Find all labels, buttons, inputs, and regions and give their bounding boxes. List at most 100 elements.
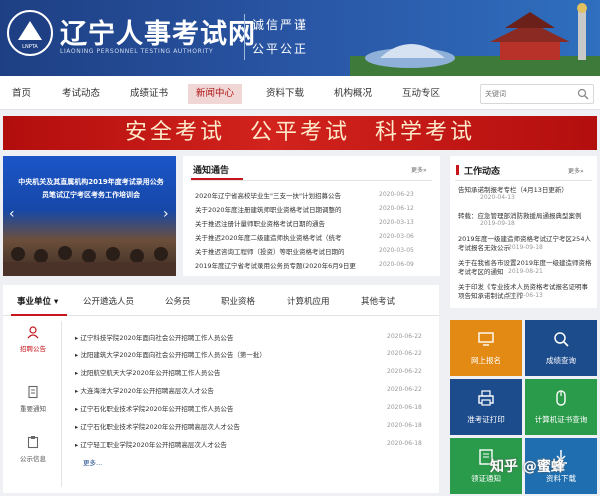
notice-item[interactable]: 2019年度辽宁省考试录用公务员专题(2020年6月9日更 (195, 260, 371, 270)
slider-prev-icon[interactable]: ‹ (9, 206, 15, 222)
work-date: 2019-08-21 (508, 268, 543, 275)
nav-item-home[interactable]: 首页 (4, 84, 39, 104)
search-input[interactable] (481, 85, 571, 103)
search-icon[interactable] (577, 88, 589, 100)
job-list-item[interactable]: ▸ 辽宁石化职业技术学院2020年公开招聘工作人员公告 (75, 403, 375, 413)
service-label: 准考证打印 (467, 415, 505, 424)
notice-item[interactable]: 关于2020年度注册建筑师职业资格考试日期调整的 (195, 204, 371, 214)
category-label: 公示信息 (20, 455, 46, 463)
job-title: 沈阳建筑大学2020年面向社会公开招聘工作人员公告（第一批） (80, 351, 266, 359)
service-computer-certificate-query[interactable]: 计算机证书查询 (525, 379, 597, 435)
tab-open-selection[interactable]: 公开遴选人员 (83, 295, 134, 307)
notice-item[interactable]: 2020年辽宁省高校毕业生"三支一扶"计划招募公告 (195, 190, 371, 200)
work-item[interactable]: 转载：应急管理部消防救援局通报典型案例 (458, 210, 593, 220)
notice-date: 2020-06-23 (379, 191, 414, 198)
work-item[interactable]: 告知承诺制报考专栏（4月13日更新） (458, 184, 593, 194)
slider-next-icon[interactable]: › (163, 206, 169, 222)
active-tab-underline (11, 314, 67, 316)
job-title: 沈阳航空航天大学2020年公开招聘工作人员公告 (80, 369, 221, 377)
work-more-link[interactable]: 更多» (568, 166, 584, 175)
job-title: 大连海洋大学2020年公开招聘高层次人才公告 (80, 387, 214, 395)
notice-item[interactable]: 关于推迟咨询工程师（投资）等职业资格考试日期的 (195, 246, 371, 256)
slogan-banner: 安全考试 公平考试 科学考试 (3, 116, 597, 150)
notice-date: 2020-06-12 (379, 205, 414, 212)
job-list-item[interactable]: ▸ 辽宁科技学院2020年面向社会公开招聘工作人员公告 (75, 332, 375, 342)
landmark-scene-image (350, 3, 600, 76)
audience-image (3, 246, 176, 276)
watermark-text: 知乎 @蜜蜂 (490, 459, 565, 475)
job-date: 2020-06-18 (387, 440, 422, 447)
job-date: 2020-06-18 (387, 404, 422, 411)
tabs-divider (3, 315, 439, 316)
job-title: 辽宁石化职业技术学院2020年公开招聘高层次人才公告 (80, 423, 240, 431)
notice-date: 2020-03-13 (379, 219, 414, 226)
job-list-item[interactable]: ▸ 大连海洋大学2020年公开招聘高层次人才公告 (75, 385, 375, 395)
job-date: 2020-06-22 (387, 386, 422, 393)
site-title: 辽宁人事考试网 (60, 19, 256, 50)
category-recruitment[interactable]: 招聘公告 (15, 325, 51, 353)
nav-item-exam-news[interactable]: 考试动态 (54, 84, 108, 104)
notice-date: 2020-06-09 (379, 261, 414, 268)
job-date: 2020-06-22 (387, 368, 422, 375)
motto-line-2: 公平公正 (252, 42, 309, 56)
category-label: 招聘公告 (20, 345, 46, 353)
work-date: 2019-09-18 (480, 220, 515, 227)
search-box (480, 84, 594, 104)
nav-item-news-center[interactable]: 新闻中心 (188, 84, 243, 104)
notice-item[interactable]: 关于推迟注册计量师职业资格考试日期的通告 (195, 218, 371, 228)
nav-item-about[interactable]: 机构概况 (326, 84, 380, 104)
site-header: LNPTA 辽宁人事考试网 LIAONING PERSONNEL TESTING… (0, 0, 600, 76)
category-label: 重要通知 (20, 405, 46, 413)
work-divider (455, 180, 592, 181)
motto-line-1: 诚信严谨 (252, 18, 309, 32)
job-list-item[interactable]: ▸ 沈阳航空航天大学2020年公开招聘工作人员公告 (75, 367, 375, 377)
document-icon (28, 385, 38, 399)
logo-triangle-icon (18, 21, 42, 40)
work-date: 2019-09-18 (508, 244, 543, 251)
service-score-query[interactable]: 成绩查询 (525, 320, 597, 376)
logo-abbr: LNPTA (22, 44, 38, 50)
notice-panel: 通知通告 更多» 2020年辽宁省高校毕业生"三支一扶"计划招募公告 2020-… (183, 156, 440, 276)
job-date: 2020-06-22 (387, 333, 422, 340)
clipboard-icon (27, 436, 39, 449)
notice-divider (191, 180, 432, 181)
printer-icon (478, 390, 494, 406)
tab-other-exams[interactable]: 其他考试 (361, 295, 395, 307)
notice-title: 通知通告 (193, 166, 230, 176)
header-divider (244, 14, 245, 60)
service-label: 计算机证书查询 (534, 415, 588, 424)
site-subtitle: LIAONING PERSONNEL TESTING AUTHORITY (60, 48, 214, 55)
work-panel: 工作动态 更多» 告知承诺制报考专栏（4月13日更新） 2020-04-13 转… (450, 156, 597, 308)
service-online-registration[interactable]: 网上报名 (450, 320, 522, 376)
work-date: 2020-04-13 (480, 194, 515, 201)
nav-item-downloads[interactable]: 资料下载 (258, 84, 312, 104)
nav-item-interactive[interactable]: 互动专区 (394, 84, 448, 104)
category-public-info[interactable]: 公示信息 (15, 435, 51, 463)
job-list-item[interactable]: ▸ 沈阳建筑大学2020年面向社会公开招聘工作人员公告（第一批） (75, 349, 375, 359)
job-list-more-link[interactable]: 更多... (83, 457, 102, 467)
site-logo[interactable]: LNPTA (7, 10, 53, 56)
nav-item-scores[interactable]: 成绩证书 (122, 84, 176, 104)
tab-professional-qualification[interactable]: 职业资格 (221, 295, 255, 307)
exam-category-panel: 事业单位 ▾ 公开遴选人员 公务员 职业资格 计算机应用 其他考试 招聘公告 重… (3, 285, 439, 493)
job-list-item[interactable]: ▸ 辽宁轻工职业学院2020年公开招聘高层次人才公告 (75, 439, 375, 449)
tab-civil-servants[interactable]: 公务员 (165, 295, 191, 307)
service-admission-ticket-print[interactable]: 准考证打印 (450, 379, 522, 435)
recruitment-icon (27, 326, 39, 339)
service-label: 网上报名 (471, 356, 501, 365)
work-date: 2019-06-13 (508, 292, 543, 299)
news-slider[interactable]: 中央机关及其直属机构2019年度考试录用公务员笔试辽宁考区考务工作培训会 ‹ › (3, 156, 176, 276)
notice-date: 2020-03-06 (379, 233, 414, 240)
service-label: 成绩查询 (546, 356, 576, 365)
tab-public-institutions[interactable]: 事业单位 ▾ (17, 295, 58, 307)
notice-more-link[interactable]: 更多» (411, 165, 427, 174)
search-icon (554, 332, 569, 347)
category-important-notice[interactable]: 重要通知 (15, 385, 51, 413)
work-title: 工作动态 (464, 167, 501, 177)
work-title-marker (456, 165, 459, 175)
job-list-item[interactable]: ▸ 辽宁石化职业技术学院2020年公开招聘高层次人才公告 (75, 421, 375, 431)
tab-computer-application[interactable]: 计算机应用 (287, 295, 330, 307)
notice-item[interactable]: 关于推迟2020年度二级建造师执业资格考试（统考 (195, 232, 371, 242)
job-title: 辽宁石化职业技术学院2020年公开招聘工作人员公告 (80, 405, 234, 413)
category-divider (61, 321, 62, 487)
